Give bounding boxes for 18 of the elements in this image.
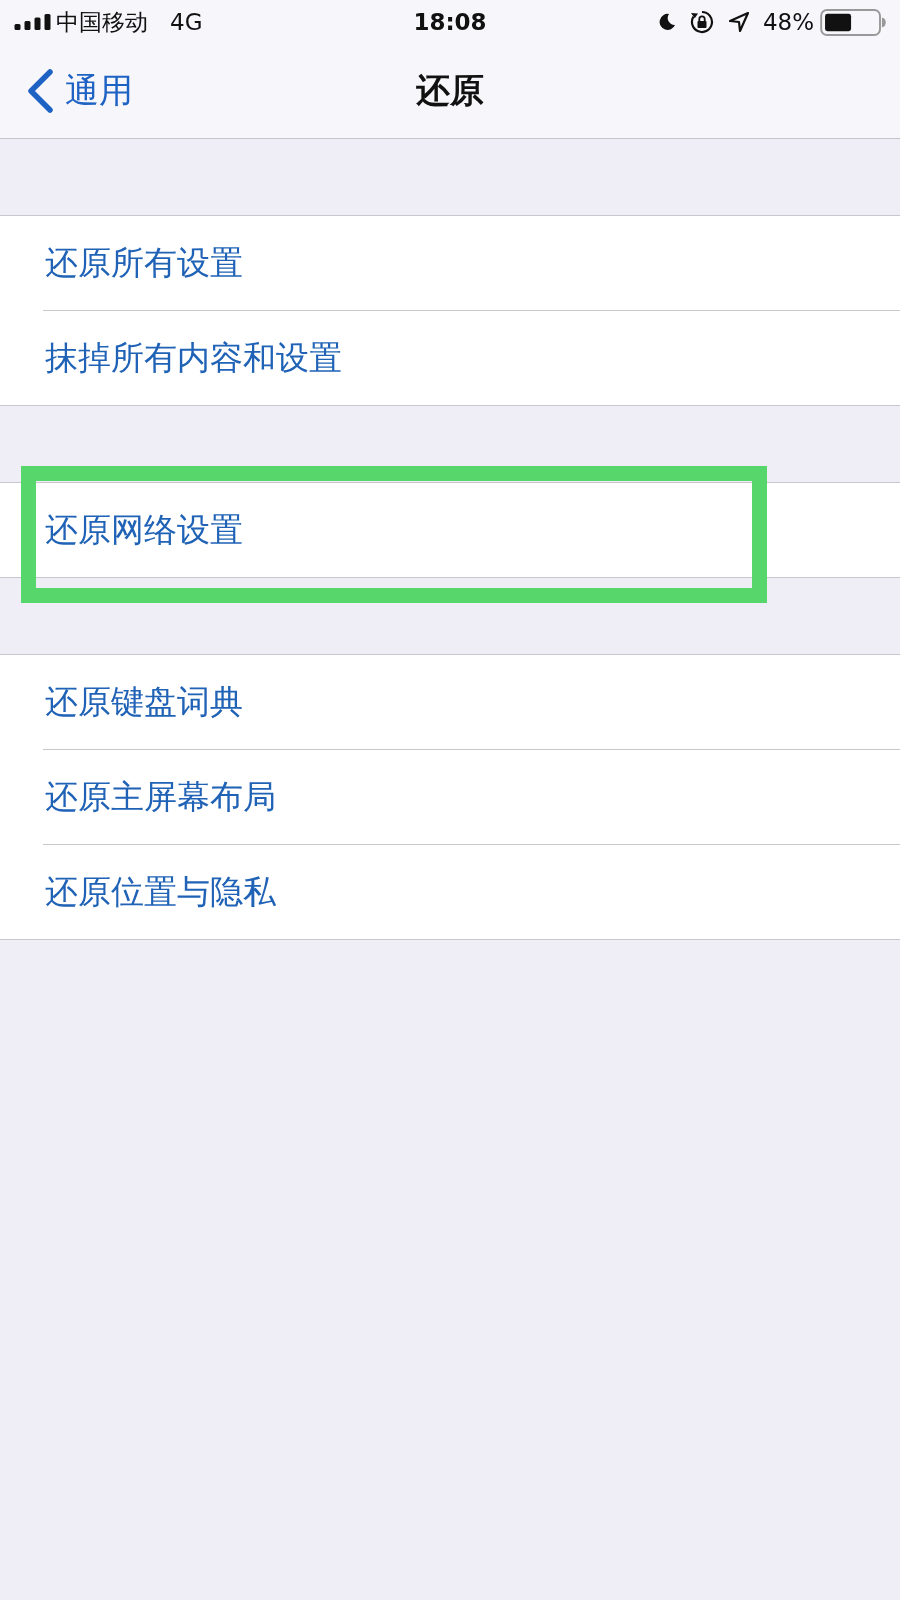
battery-icon xyxy=(820,8,886,36)
battery-percent: 48% xyxy=(762,9,814,35)
settings-option[interactable]: 抹掉所有内容和设置 xyxy=(0,311,900,405)
settings-option[interactable]: 还原位置与隐私 xyxy=(0,845,900,939)
settings-option[interactable]: 还原所有设置 xyxy=(0,216,900,310)
settings-option[interactable]: 还原键盘词典 xyxy=(0,655,900,749)
carrier-name: 中国移动 xyxy=(56,7,148,37)
page-title: 还原 xyxy=(416,69,484,112)
location-arrow-icon xyxy=(728,12,749,32)
clock-time: 18:08 xyxy=(413,9,487,35)
rotation-lock-icon xyxy=(689,10,714,34)
chevron-left-icon xyxy=(27,69,53,113)
settings-option[interactable]: 还原主屏幕布局 xyxy=(0,750,900,844)
settings-option[interactable]: 还原网络设置 xyxy=(0,483,900,577)
signal-bars-icon xyxy=(14,14,51,30)
network-type: 4G xyxy=(170,9,203,35)
moon-icon xyxy=(657,13,676,31)
back-button[interactable]: 通用 xyxy=(27,68,133,114)
